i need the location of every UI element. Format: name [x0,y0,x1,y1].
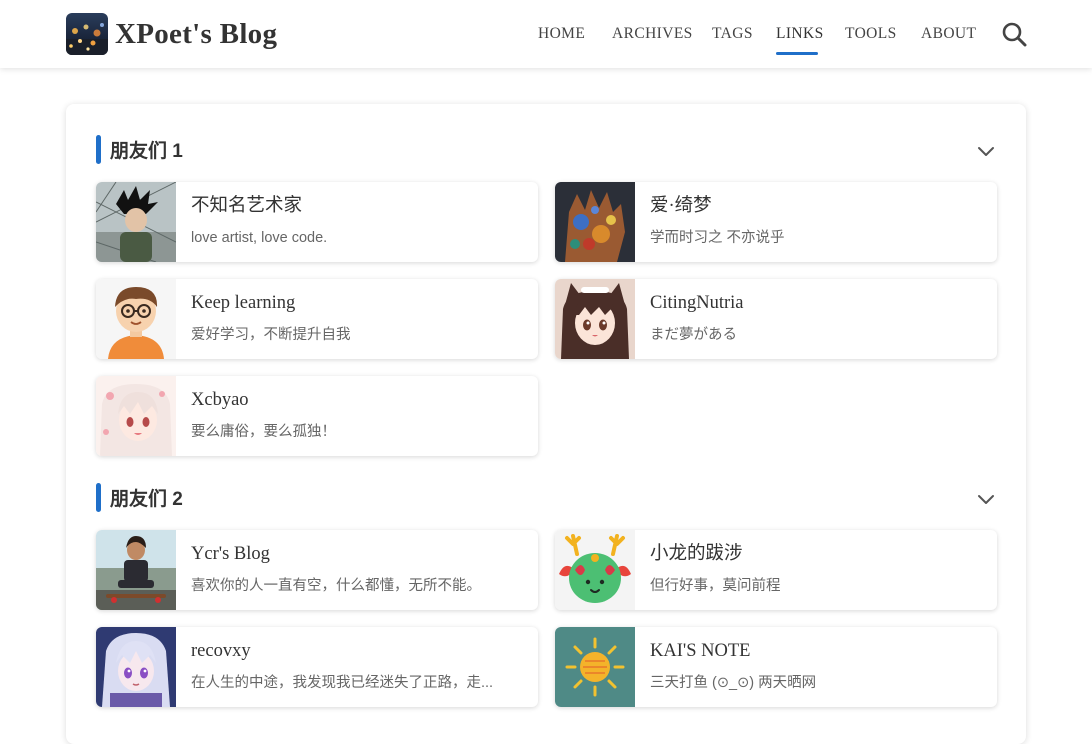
friend-description: 在人生的中途，我发现我已经迷失了正路，走... [191,675,494,691]
avatar-painted-hand [555,182,635,262]
friend-name: Keep learning [191,293,296,313]
avatar-sun-on-teal [555,627,635,707]
search-button[interactable] [1000,20,1028,48]
friend-link-card[interactable]: CitingNutria まだ夢がある [555,279,997,359]
friend-description: love artist, love code. [191,230,328,246]
friend-name: 小龙的跋涉 [650,544,743,564]
friend-description: 三天打鱼 (⊙_⊙) 两天晒网 [650,675,817,691]
friend-name: Xcbyao [191,390,249,410]
friend-link-card[interactable]: 小龙的跋涉 但行好事，莫问前程 [555,530,997,610]
friend-description: 爱好学习，不断提升自我 [191,327,351,343]
friend-link-card[interactable]: Keep learning 爱好学习，不断提升自我 [96,279,538,359]
friend-description: 但行好事，莫问前程 [650,578,781,594]
main-nav: HOME ARCHIVES TAGS LINKS TOOLS ABOUT [0,0,1092,68]
avatar-cartoon-glasses-boy [96,279,176,359]
friend-name: Ycr's Blog [191,544,270,564]
friend-name: KAI'S NOTE [650,641,751,661]
nav-tools[interactable]: TOOLS [845,22,897,46]
section-title-friends-1: 朋友们 1 [96,134,183,164]
section-heading: 朋友们 1 [110,140,183,162]
friend-description: 学而时习之 不亦说乎 [650,230,785,246]
friend-link-card[interactable]: Ycr's Blog 喜欢你的人一直有空，什么都懂，无所不能。 [96,530,538,610]
avatar-kid-on-skateboard [96,530,176,610]
friend-name: 不知名艺术家 [191,196,303,216]
nav-home[interactable]: HOME [538,22,585,46]
section-accent-bar [96,134,101,164]
avatar-spiky-hair-photo [96,182,176,262]
avatar-anime-cat-ears-girl [555,279,635,359]
site-header: XPoet's Blog HOME ARCHIVES TAGS LINKS TO… [0,0,1092,68]
friend-link-card[interactable]: recovxy 在人生的中途，我发现我已经迷失了正路，走... [96,627,538,707]
nav-archives[interactable]: ARCHIVES [612,22,693,46]
friend-link-card[interactable]: Xcbyao 要么庸俗，要么孤独！ [96,376,538,456]
nav-tags[interactable]: TAGS [712,22,753,46]
friend-name: CitingNutria [650,293,744,313]
friend-name: 爱·绮梦 [650,196,712,216]
friend-link-card[interactable]: 爱·绮梦 学而时习之 不亦说乎 [555,182,997,262]
avatar-anime-white-hair-girl [96,376,176,456]
section-title-friends-2: 朋友们 2 [96,482,183,512]
friend-link-card[interactable]: KAI'S NOTE 三天打鱼 (⊙_⊙) 两天晒网 [555,627,997,707]
nav-about[interactable]: ABOUT [921,22,976,46]
chevron-down-icon[interactable] [976,492,996,506]
section-accent-bar [96,482,101,512]
avatar-green-dragon [555,530,635,610]
section-heading: 朋友们 2 [110,488,183,510]
friend-link-card[interactable]: 不知名艺术家 love artist, love code. [96,182,538,262]
active-nav-indicator [776,52,818,55]
friend-description: 喜欢你的人一直有空，什么都懂，无所不能。 [191,578,481,594]
chevron-down-icon[interactable] [976,144,996,158]
nav-links[interactable]: LINKS [776,22,824,46]
friend-name: recovxy [191,641,251,661]
avatar-anime-purple-girl [96,627,176,707]
friend-description: まだ夢がある [650,327,737,343]
friend-description: 要么庸俗，要么孤独！ [191,424,336,440]
search-icon [1002,22,1027,47]
